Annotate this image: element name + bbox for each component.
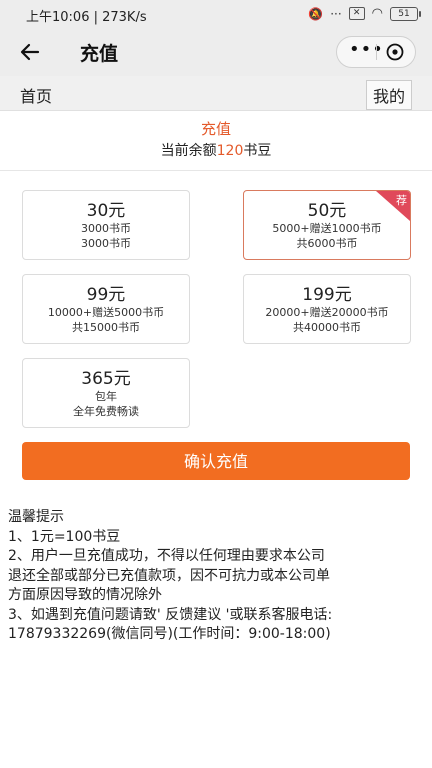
balance-line: 当前余额120书豆 bbox=[0, 140, 432, 160]
package-detail: 10000+赠送5000书币 bbox=[47, 306, 165, 319]
package-total: 共40000书币 bbox=[293, 321, 361, 334]
nav-bar: 首页 我的 bbox=[0, 76, 432, 111]
package-total: 全年免费畅读 bbox=[73, 405, 139, 418]
status-time: 上午10:06 | 273K/s bbox=[26, 10, 147, 25]
package-price: 365元 bbox=[81, 369, 131, 389]
nav-home-link[interactable]: 首页 bbox=[20, 83, 52, 107]
divider bbox=[0, 170, 432, 171]
package-30[interactable]: 30元 3000书币 3000书币 bbox=[22, 190, 190, 260]
wifi-icon: ◠ bbox=[371, 6, 383, 21]
tips-line: 3、如遇到充值问题请致' 反馈建议 '或联系客服电话: bbox=[8, 606, 333, 623]
status-bar: 上午10:06 | 273K/s 🔕 ··· ✕ ◠ 51 bbox=[0, 0, 432, 30]
package-price: 199元 bbox=[302, 285, 352, 305]
tips-line: 1、1元=100书豆 bbox=[8, 528, 121, 545]
package-199[interactable]: 199元 20000+赠送20000书币 共40000书币 bbox=[243, 274, 411, 344]
package-365[interactable]: 365元 包年 全年免费畅读 bbox=[22, 358, 190, 428]
package-total: 共6000书币 bbox=[296, 237, 358, 250]
package-total: 共15000书币 bbox=[72, 321, 140, 334]
bell-off-icon: 🔕 bbox=[308, 6, 324, 21]
nav-mine-button[interactable]: 我的 bbox=[365, 80, 412, 110]
more-icon[interactable]: ••• bbox=[349, 41, 383, 61]
tips-section: 温馨提示 1、1元=100书豆 2、用户一旦充值成功，不得以任何理由要求本公司 … bbox=[8, 508, 428, 645]
tips-line: 退还全部或部分已充值款项，因不可抗力或本公司单 bbox=[8, 567, 330, 584]
package-99[interactable]: 99元 10000+赠送5000书币 共15000书币 bbox=[22, 274, 190, 344]
battery-icon: 51 bbox=[390, 6, 421, 21]
balance-unit: 书豆 bbox=[243, 143, 272, 159]
package-detail: 包年 bbox=[95, 390, 117, 403]
page-title: 充值 bbox=[80, 43, 119, 65]
close-icon[interactable] bbox=[385, 42, 405, 62]
capsule-divider bbox=[376, 44, 377, 60]
status-dots: ··· bbox=[330, 6, 342, 21]
package-price: 99元 bbox=[86, 285, 126, 305]
recommend-badge-text: 荐 bbox=[396, 194, 407, 207]
status-icons: 🔕 ··· ✕ ◠ 51 bbox=[308, 6, 421, 21]
tips-line: 2、用户一旦充值成功，不得以任何理由要求本公司 bbox=[8, 548, 325, 564]
balance-amount: 120 bbox=[216, 143, 244, 159]
title-bar: 充值 ••• bbox=[0, 30, 432, 76]
tips-line: 17879332269(微信同号)(工作时间：9:00-18:00) bbox=[8, 626, 331, 642]
balance-prefix: 当前余额 bbox=[160, 143, 217, 159]
mini-program-capsule: ••• bbox=[336, 36, 416, 68]
package-total: 3000书币 bbox=[81, 237, 131, 250]
tips-title: 温馨提示 bbox=[8, 509, 64, 525]
package-detail: 5000+赠送1000书币 bbox=[272, 222, 382, 235]
recharge-heading: 充值 bbox=[200, 120, 231, 138]
confirm-recharge-button[interactable]: 确认充值 bbox=[22, 442, 410, 480]
recommend-badge: 荐 bbox=[376, 191, 410, 221]
package-detail: 20000+赠送20000书币 bbox=[265, 306, 389, 319]
tips-line: 方面原因导致的情况除外 bbox=[8, 587, 162, 603]
package-price: 30元 bbox=[86, 201, 126, 221]
no-sim-icon: ✕ bbox=[348, 7, 365, 20]
package-50[interactable]: 荐 50元 5000+赠送1000书币 共6000书币 bbox=[243, 190, 411, 260]
package-detail: 3000书币 bbox=[81, 222, 131, 235]
back-arrow-icon[interactable] bbox=[18, 40, 42, 64]
